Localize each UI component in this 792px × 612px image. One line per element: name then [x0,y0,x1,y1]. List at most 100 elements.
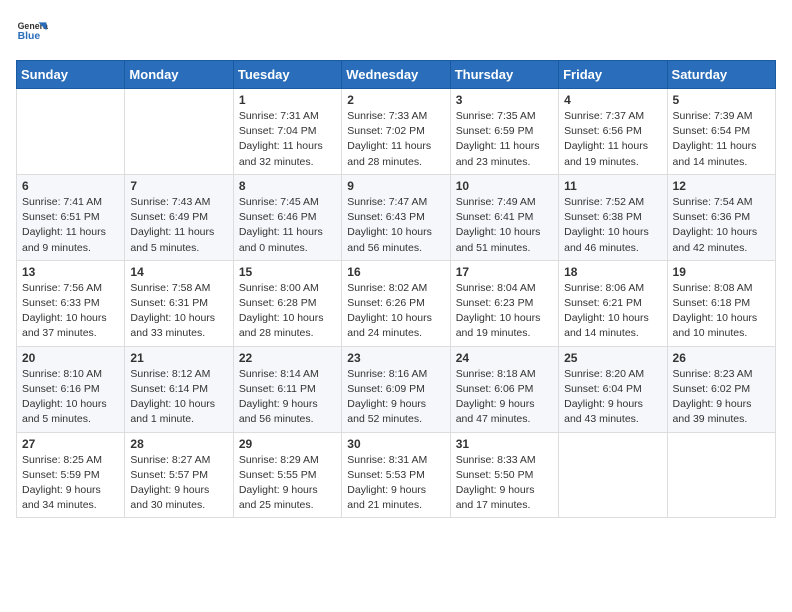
page-header: General Blue [16,16,776,48]
day-number: 12 [673,179,770,193]
cell-info: Sunrise: 8:18 AM Sunset: 6:06 PM Dayligh… [456,367,553,428]
cell-info: Sunrise: 7:54 AM Sunset: 6:36 PM Dayligh… [673,195,770,256]
col-header-friday: Friday [559,61,667,89]
calendar-cell: 7 Sunrise: 7:43 AM Sunset: 6:49 PM Daylig… [125,174,233,260]
cell-info: Sunrise: 7:39 AM Sunset: 6:54 PM Dayligh… [673,109,770,170]
day-number: 13 [22,265,119,279]
calendar-cell: 13Sunrise: 7:56 AM Sunset: 6:33 PM Dayli… [17,260,125,346]
calendar-cell [125,89,233,175]
calendar-cell: 10Sunrise: 7:49 AM Sunset: 6:41 PM Dayli… [450,174,558,260]
day-number: 30 [347,437,444,451]
calendar-cell: 24 Sunrise: 8:18 AM Sunset: 6:06 PM Dayli… [450,346,558,432]
calendar-cell: 8 Sunrise: 7:45 AM Sunset: 6:46 PM Daylig… [233,174,341,260]
calendar-cell: 5 Sunrise: 7:39 AM Sunset: 6:54 PM Daylig… [667,89,775,175]
calendar-cell: 9 Sunrise: 7:47 AM Sunset: 6:43 PM Daylig… [342,174,450,260]
day-number: 31 [456,437,553,451]
calendar-cell: 19 Sunrise: 8:08 AM Sunset: 6:18 PM Dayli… [667,260,775,346]
cell-info: Sunrise: 7:31 AM Sunset: 7:04 PM Dayligh… [239,109,336,170]
logo-icon: General Blue [16,16,48,48]
calendar-cell: 4 Sunrise: 7:37 AM Sunset: 6:56 PM Daylig… [559,89,667,175]
calendar-week-row: 13Sunrise: 7:56 AM Sunset: 6:33 PM Dayli… [17,260,776,346]
calendar-cell [559,432,667,518]
col-header-saturday: Saturday [667,61,775,89]
day-number: 8 [239,179,336,193]
cell-info: Sunrise: 7:52 AM Sunset: 6:38 PM Dayligh… [564,195,661,256]
day-number: 3 [456,93,553,107]
calendar-week-row: 27 Sunrise: 8:25 AM Sunset: 5:59 PM Dayli… [17,432,776,518]
calendar-cell: 16 Sunrise: 8:02 AM Sunset: 6:26 PM Dayli… [342,260,450,346]
cell-info: Sunrise: 7:43 AM Sunset: 6:49 PM Dayligh… [130,195,227,256]
day-number: 7 [130,179,227,193]
cell-info: Sunrise: 8:00 AM Sunset: 6:28 PM Dayligh… [239,281,336,342]
cell-info: Sunrise: 7:37 AM Sunset: 6:56 PM Dayligh… [564,109,661,170]
calendar-cell [667,432,775,518]
day-number: 21 [130,351,227,365]
calendar-week-row: 1Sunrise: 7:31 AM Sunset: 7:04 PM Daylig… [17,89,776,175]
day-number: 15 [239,265,336,279]
calendar-cell: 30 Sunrise: 8:31 AM Sunset: 5:53 PM Dayli… [342,432,450,518]
cell-info: Sunrise: 8:06 AM Sunset: 6:21 PM Dayligh… [564,281,661,342]
cell-info: Sunrise: 8:25 AM Sunset: 5:59 PM Dayligh… [22,453,119,514]
day-number: 27 [22,437,119,451]
day-number: 19 [673,265,770,279]
cell-info: Sunrise: 7:35 AM Sunset: 6:59 PM Dayligh… [456,109,553,170]
col-header-wednesday: Wednesday [342,61,450,89]
cell-info: Sunrise: 8:31 AM Sunset: 5:53 PM Dayligh… [347,453,444,514]
day-number: 26 [673,351,770,365]
cell-info: Sunrise: 8:33 AM Sunset: 5:50 PM Dayligh… [456,453,553,514]
day-number: 4 [564,93,661,107]
calendar-cell: 11 Sunrise: 7:52 AM Sunset: 6:38 PM Dayli… [559,174,667,260]
calendar-cell: 20 Sunrise: 8:10 AM Sunset: 6:16 PM Dayli… [17,346,125,432]
day-number: 14 [130,265,227,279]
col-header-thursday: Thursday [450,61,558,89]
day-number: 24 [456,351,553,365]
calendar-cell: 2Sunrise: 7:33 AM Sunset: 7:02 PM Daylig… [342,89,450,175]
calendar-cell: 1Sunrise: 7:31 AM Sunset: 7:04 PM Daylig… [233,89,341,175]
logo: General Blue [16,16,48,48]
day-number: 11 [564,179,661,193]
cell-info: Sunrise: 7:47 AM Sunset: 6:43 PM Dayligh… [347,195,444,256]
calendar-cell: 14Sunrise: 7:58 AM Sunset: 6:31 PM Dayli… [125,260,233,346]
col-header-sunday: Sunday [17,61,125,89]
calendar-cell [17,89,125,175]
calendar-cell: 12 Sunrise: 7:54 AM Sunset: 6:36 PM Dayli… [667,174,775,260]
day-number: 17 [456,265,553,279]
day-number: 23 [347,351,444,365]
col-header-tuesday: Tuesday [233,61,341,89]
day-number: 6 [22,179,119,193]
calendar-cell: 17 Sunrise: 8:04 AM Sunset: 6:23 PM Dayli… [450,260,558,346]
cell-info: Sunrise: 8:10 AM Sunset: 6:16 PM Dayligh… [22,367,119,428]
calendar-cell: 26 Sunrise: 8:23 AM Sunset: 6:02 PM Dayli… [667,346,775,432]
cell-info: Sunrise: 8:04 AM Sunset: 6:23 PM Dayligh… [456,281,553,342]
day-number: 2 [347,93,444,107]
calendar-cell: 18 Sunrise: 8:06 AM Sunset: 6:21 PM Dayli… [559,260,667,346]
cell-info: Sunrise: 8:08 AM Sunset: 6:18 PM Dayligh… [673,281,770,342]
cell-info: Sunrise: 8:29 AM Sunset: 5:55 PM Dayligh… [239,453,336,514]
day-number: 5 [673,93,770,107]
calendar-cell: 29 Sunrise: 8:29 AM Sunset: 5:55 PM Dayli… [233,432,341,518]
calendar-cell: 6 Sunrise: 7:41 AM Sunset: 6:51 PM Daylig… [17,174,125,260]
day-number: 18 [564,265,661,279]
day-number: 16 [347,265,444,279]
day-number: 20 [22,351,119,365]
day-number: 28 [130,437,227,451]
calendar-cell: 23 Sunrise: 8:16 AM Sunset: 6:09 PM Dayli… [342,346,450,432]
cell-info: Sunrise: 7:45 AM Sunset: 6:46 PM Dayligh… [239,195,336,256]
day-number: 9 [347,179,444,193]
cell-info: Sunrise: 8:20 AM Sunset: 6:04 PM Dayligh… [564,367,661,428]
cell-info: Sunrise: 8:14 AM Sunset: 6:11 PM Dayligh… [239,367,336,428]
calendar-cell: 3 Sunrise: 7:35 AM Sunset: 6:59 PM Daylig… [450,89,558,175]
cell-info: Sunrise: 8:12 AM Sunset: 6:14 PM Dayligh… [130,367,227,428]
cell-info: Sunrise: 8:16 AM Sunset: 6:09 PM Dayligh… [347,367,444,428]
cell-info: Sunrise: 8:23 AM Sunset: 6:02 PM Dayligh… [673,367,770,428]
day-number: 25 [564,351,661,365]
calendar-cell: 31 Sunrise: 8:33 AM Sunset: 5:50 PM Dayli… [450,432,558,518]
calendar-cell: 27 Sunrise: 8:25 AM Sunset: 5:59 PM Dayli… [17,432,125,518]
calendar-header-row: SundayMondayTuesdayWednesdayThursdayFrid… [17,61,776,89]
cell-info: Sunrise: 7:41 AM Sunset: 6:51 PM Dayligh… [22,195,119,256]
calendar-cell: 21 Sunrise: 8:12 AM Sunset: 6:14 PM Dayli… [125,346,233,432]
day-number: 29 [239,437,336,451]
calendar-cell: 15 Sunrise: 8:00 AM Sunset: 6:28 PM Dayli… [233,260,341,346]
cell-info: Sunrise: 8:02 AM Sunset: 6:26 PM Dayligh… [347,281,444,342]
cell-info: Sunrise: 8:27 AM Sunset: 5:57 PM Dayligh… [130,453,227,514]
